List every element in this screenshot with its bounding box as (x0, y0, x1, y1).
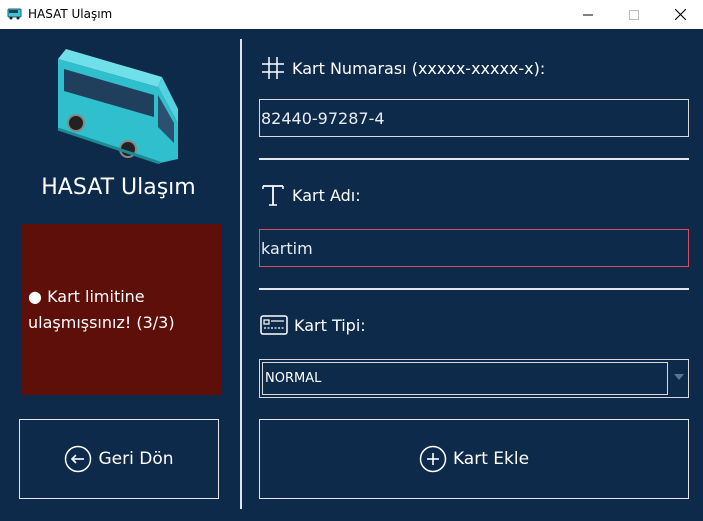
chevron-down-icon[interactable] (674, 374, 684, 380)
bus-logo-icon (57, 49, 178, 164)
maximize-button[interactable] (611, 0, 657, 29)
back-button-label: Geri Dön (98, 449, 174, 469)
add-card-button[interactable]: Kart Ekle (259, 419, 689, 499)
card-name-field[interactable] (259, 229, 689, 267)
back-button[interactable]: Geri Dön (19, 419, 219, 499)
maximize-icon (629, 9, 639, 20)
card-number-input[interactable] (261, 100, 688, 136)
divider-1 (259, 158, 689, 160)
add-card-button-label: Kart Ekle (452, 449, 530, 469)
minimize-icon (583, 14, 593, 15)
minimize-button[interactable] (565, 0, 611, 29)
vertical-divider (240, 39, 242, 509)
title-bar: HASAT Ulaşım (0, 0, 703, 29)
divider-2 (259, 288, 689, 290)
card-number-label: Kart Numarası (xxxxx-xxxxx-x): (260, 55, 545, 81)
card-name-label: Kart Adı: (260, 182, 361, 208)
card-type-selected: NORMAL (262, 362, 668, 395)
card-type-select[interactable]: NORMAL (259, 359, 689, 398)
alert-bullet: ● (28, 287, 42, 306)
app-window: HASAT Ulaşım HASAT Ulaşım ● Kart limitin… (0, 0, 703, 521)
card-name-input[interactable] (261, 230, 688, 266)
close-icon (674, 9, 686, 20)
hash-icon (262, 57, 284, 79)
bus-icon (7, 8, 22, 20)
text-icon (262, 185, 284, 206)
card-number-label-text: Kart Numarası (xxxxx-xxxxx-x): (292, 58, 546, 78)
id-card-icon (260, 315, 288, 335)
brand-title: HASAT Ulaşım (41, 175, 196, 200)
card-name-label-text: Kart Adı: (292, 185, 361, 205)
main-content: HASAT Ulaşım ● Kart limitine ulaşmışsını… (0, 29, 703, 521)
card-type-label: Kart Tipi: (260, 314, 366, 336)
arrow-left-circle-icon (65, 445, 92, 473)
alert-text: Kart limitine ulaşmışsınız! (3/3) (28, 287, 175, 332)
plus-circle-icon (419, 445, 447, 473)
card-type-label-text: Kart Tipi: (294, 315, 366, 335)
close-button[interactable] (657, 0, 703, 29)
card-number-field[interactable] (259, 99, 689, 137)
window-title: HASAT Ulaşım (28, 7, 113, 21)
limit-alert: ● Kart limitine ulaşmışsınız! (3/3) (21, 224, 221, 395)
